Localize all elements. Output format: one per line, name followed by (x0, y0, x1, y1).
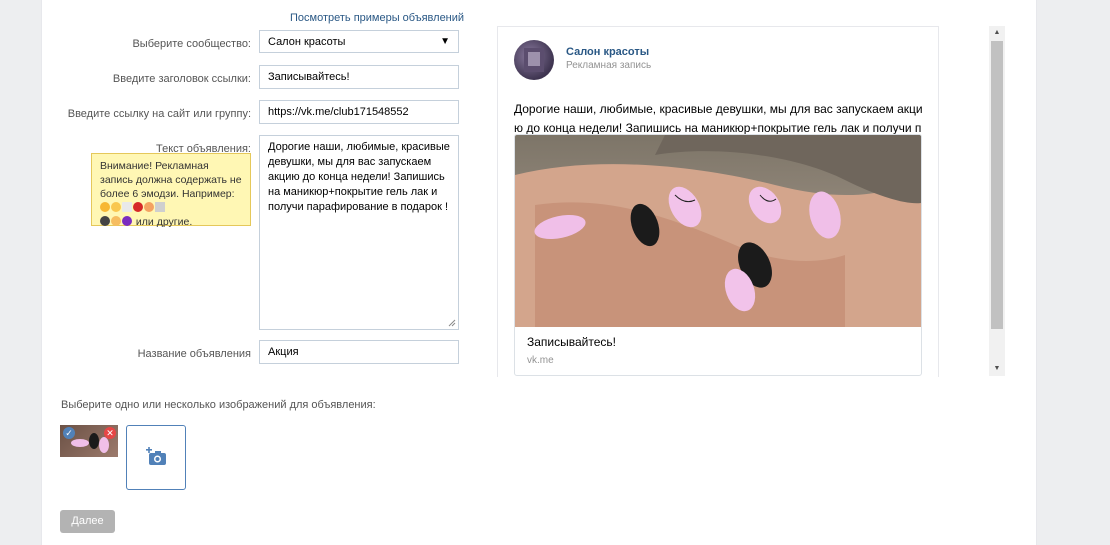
emoji-dancer-icon (133, 202, 143, 212)
url-input-value: https://vk.me/club171548552 (268, 106, 409, 118)
headline-input[interactable]: Записывайтесь! (259, 65, 459, 89)
ad-title-input-value: Акция (268, 346, 299, 358)
ad-title-label: Название объявления (137, 348, 251, 360)
emoji-grid-icon (155, 202, 165, 212)
emoji-devil-icon (122, 216, 132, 226)
preview-link-card[interactable]: Записывайтесь! vk.me (514, 134, 922, 376)
url-label: Введите ссылку на сайт или группу: (67, 108, 251, 120)
emoji-eye-icon (100, 216, 110, 226)
headline-input-value: Записывайтесь! (268, 71, 350, 83)
add-photo-button[interactable] (126, 425, 186, 490)
emoji-warning: Внимание! Рекламная запись должна содерж… (91, 153, 251, 228)
preview-group-name[interactable]: Салон красоты (566, 46, 649, 58)
preview-scrollbar[interactable]: ▲ ▼ (989, 26, 1005, 376)
examples-link[interactable]: Посмотреть примеры объявлений (290, 12, 464, 24)
ad-text-textarea[interactable]: Дорогие наши, любимые, красивые девушки,… (259, 135, 459, 330)
community-select-value: Салон красоты (268, 35, 346, 48)
emoji-calendar-icon (122, 202, 132, 212)
warning-example-prefix: Например: (181, 188, 235, 200)
ad-preview: Салон красоты Рекламная запись Дорогие н… (497, 26, 939, 377)
community-select[interactable]: Салон красоты ▼ (259, 30, 459, 53)
next-button[interactable]: Далее (60, 510, 115, 533)
group-avatar (514, 40, 554, 80)
headline-label: Введите заголовок ссылки: (112, 73, 251, 85)
camera-plus-icon (146, 447, 166, 465)
chevron-down-icon: ▼ (440, 36, 450, 47)
preview-card-domain: vk.me (527, 355, 554, 366)
emoji-hands-icon (100, 202, 110, 212)
nails-photo (515, 135, 921, 327)
scroll-thumb[interactable] (991, 41, 1003, 329)
emoji-muscle-icon (144, 202, 154, 212)
scroll-down-icon[interactable]: ▼ (989, 362, 1005, 376)
scroll-up-icon[interactable]: ▲ (989, 26, 1005, 40)
preview-ad-label: Рекламная запись (566, 60, 652, 71)
close-icon[interactable]: ✕ (104, 427, 116, 439)
community-label: Выберите сообщество: (132, 38, 251, 50)
emoji-scream-icon (111, 216, 121, 226)
url-input[interactable]: https://vk.me/club171548552 (259, 100, 459, 124)
resize-grip-icon[interactable] (448, 319, 456, 327)
preview-card-title: Записывайтесь! (527, 335, 616, 349)
emoji-smile-icon (111, 202, 121, 212)
warning-example-suffix: или другие. (135, 216, 193, 228)
ad-title-input[interactable]: Акция (259, 340, 459, 364)
check-icon[interactable]: ✓ (63, 427, 75, 439)
ad-text-value: Дорогие наши, любимые, красивые девушки,… (268, 141, 450, 213)
images-label: Выберите одно или несколько изображений … (61, 399, 376, 411)
